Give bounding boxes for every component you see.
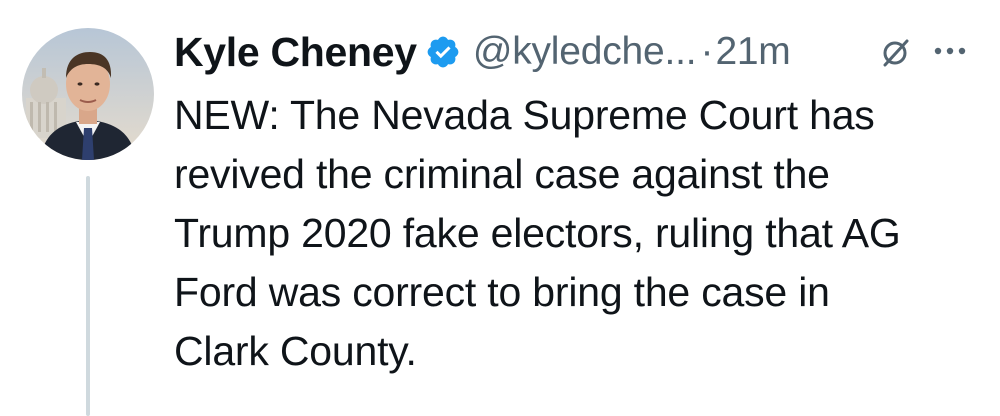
grok-icon[interactable] xyxy=(880,36,912,68)
verified-badge-icon[interactable] xyxy=(425,34,461,70)
more-options-icon[interactable] xyxy=(932,44,968,58)
thread-line xyxy=(86,176,90,416)
header-separator: · xyxy=(700,30,714,73)
tweet-header: Kyle Cheney @kyledche... · 21m xyxy=(174,24,974,80)
tweet[interactable]: Kyle Cheney @kyledche... · 21m NEW: The … xyxy=(0,0,1000,416)
avatar-image xyxy=(22,28,154,160)
tweet-timestamp[interactable]: 21m xyxy=(715,30,790,74)
tweet-text: NEW: The Nevada Supreme Court has revive… xyxy=(174,92,901,374)
avatar[interactable] xyxy=(22,28,154,160)
author-handle[interactable]: @kyledche... xyxy=(473,30,697,74)
author-name[interactable]: Kyle Cheney xyxy=(174,29,417,76)
